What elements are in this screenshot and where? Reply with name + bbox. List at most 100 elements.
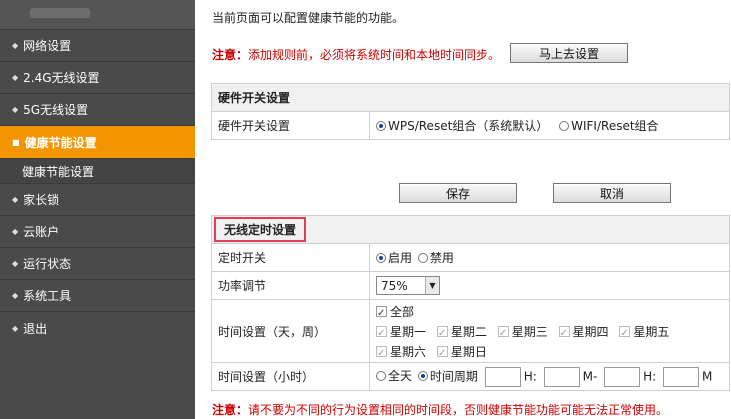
sidebar-item-label: 5G无线设置 (23, 103, 89, 117)
sidebar-item-cloud-account[interactable]: ◆ 云账户 (0, 216, 195, 248)
save-button[interactable]: 保存 (399, 183, 517, 203)
sidebar-item-wifi5[interactable]: ◆ 5G无线设置 (0, 94, 195, 126)
disable-label: 禁用 (429, 251, 454, 265)
option-wps-reset-label: WPS/Reset组合（系统默认） (388, 119, 549, 133)
go-set-button[interactable]: 马上去设置 (510, 43, 628, 63)
end-minute-input[interactable] (663, 366, 700, 387)
checkbox-day[interactable] (436, 344, 448, 364)
page-intro: 当前页面可以配置健康节能的功能。 (212, 11, 405, 25)
bullet-icon: ◆ (12, 291, 19, 300)
note-text: 添加规则前，必须将系统时间和本地时间同步。 (248, 48, 501, 62)
start-hour-input[interactable] (484, 366, 521, 387)
power-select[interactable]: 75% ▼ (376, 276, 440, 295)
hardware-section-header: 硬件开关设置 (211, 83, 730, 112)
checkbox-day[interactable] (497, 324, 509, 344)
main-content: 当前页面可以配置健康节能的功能。 注意：添加规则前，必须将系统时间和本地时间同步… (195, 0, 731, 419)
checkbox-day[interactable] (376, 324, 387, 344)
hardware-switch-table: 硬件开关设置 硬件开关设置 WPS/Reset组合（系统默认） WIFI/Res… (211, 83, 730, 140)
sidebar: ◆ 网络设置 ◆ 2.4G无线设置 ◆ 5G无线设置 ■ 健康节能设置 健康节能设置 ◆… (0, 0, 195, 419)
bullet-icon: ◆ (12, 323, 19, 333)
wireless-section-header-cell: 无线定时设置 (211, 215, 730, 244)
day-label: 星期日 (450, 345, 487, 359)
hardware-options: WPS/Reset组合（系统默认） WIFI/Reset组合 (369, 111, 730, 140)
sidebar-item-label: 网络设置 (23, 39, 72, 53)
day-label: 星期六 (390, 345, 427, 359)
minute-unit: M (702, 369, 713, 383)
sidebar-top-blurred (0, 0, 195, 30)
radio-time-period[interactable] (417, 371, 428, 381)
chevron-down-icon: ▼ (425, 277, 439, 294)
checkbox-day[interactable] (376, 344, 387, 364)
minute-unit: M (582, 369, 593, 383)
bullet-icon: ◆ (12, 227, 19, 236)
enable-label: 启用 (388, 251, 413, 265)
day-label: 星期一 (390, 325, 427, 339)
radio-wifi-reset[interactable] (559, 121, 570, 131)
dash: - (592, 369, 598, 383)
sidebar-item-logout[interactable]: ◆ 退出 (0, 312, 195, 344)
day-label: 星期五 (633, 325, 670, 339)
bullet-icon: ◆ (12, 259, 19, 268)
bullet-icon: ◆ (12, 41, 19, 50)
power-cell: 75% ▼ (369, 271, 730, 300)
timer-switch-options: 启用 禁用 (369, 243, 730, 272)
all-days-label: 全部 (390, 305, 415, 319)
all-day-label: 全天 (388, 369, 413, 383)
power-value: 75% (381, 278, 408, 293)
checkbox-all-days[interactable] (376, 304, 387, 324)
note-text: 请不要为不同的行为设置相同的时间段，否则健康节能功能可能无法正常使用。 (248, 403, 669, 417)
bullet-icon: ◆ (12, 73, 19, 82)
start-minute-input[interactable] (543, 366, 580, 387)
sidebar-subitem-health-saving[interactable]: 健康节能设置 (0, 159, 195, 184)
radio-all-day[interactable] (376, 371, 386, 381)
bottom-note: 注意：请不要为不同的行为设置相同的时间段，否则健康节能功能可能无法正常使用。 (212, 401, 668, 418)
days-cell: 全部 星期一 星期二 星期三 星期四 星期五 星期六 星期日 (369, 299, 730, 364)
sidebar-item-parental-lock[interactable]: ◆ 家长锁 (0, 184, 195, 216)
option-wifi-reset-label: WIFI/Reset组合 (571, 119, 659, 133)
sidebar-item-system-tools[interactable]: ◆ 系统工具 (0, 280, 195, 312)
hour-unit: H (523, 369, 533, 383)
radio-wps-reset[interactable] (376, 121, 386, 131)
note-prefix: 注意： (212, 48, 249, 62)
radio-enable[interactable] (376, 253, 386, 263)
colon: : (652, 369, 657, 383)
cancel-button[interactable]: 取消 (553, 183, 671, 203)
checkbox-day[interactable] (558, 324, 570, 344)
sidebar-subitem-label: 健康节能设置 (22, 164, 95, 179)
sidebar-item-status[interactable]: ◆ 运行状态 (0, 248, 195, 280)
bullet-icon: ■ (12, 137, 20, 147)
wireless-section-header: 无线定时设置 (214, 217, 307, 242)
hours-cell: 全天 时间周期 H: M- H: M (369, 362, 730, 391)
time-period-label: 时间周期 (429, 369, 478, 383)
hour-unit: H (643, 369, 653, 383)
day-label: 星期四 (572, 325, 609, 339)
sidebar-item-label: 家长锁 (23, 193, 60, 207)
hardware-row-label: 硬件开关设置 (211, 111, 370, 140)
sidebar-item-label: 系统工具 (23, 289, 72, 303)
colon: : (532, 369, 537, 383)
checkbox-day[interactable] (436, 324, 448, 344)
sidebar-item-label: 健康节能设置 (24, 135, 97, 150)
bullet-icon: ◆ (12, 195, 19, 204)
wireless-timer-table: 无线定时设置 定时开关 启用 禁用 功率调节 75% ▼ 时间设置（天，周） 全部… (211, 215, 730, 391)
sidebar-item-label: 云账户 (23, 225, 60, 239)
end-hour-input[interactable] (604, 366, 641, 387)
sidebar-item-health-saving[interactable]: ■ 健康节能设置 (0, 126, 195, 159)
checkbox-day[interactable] (619, 324, 631, 344)
sidebar-item-wifi24[interactable]: ◆ 2.4G无线设置 (0, 62, 195, 94)
sidebar-item-label: 2.4G无线设置 (23, 71, 100, 85)
timer-switch-label: 定时开关 (211, 243, 370, 272)
sidebar-item-label: 退出 (23, 321, 48, 336)
blurred-label (30, 8, 90, 18)
days-label: 时间设置（天，周） (211, 299, 370, 363)
bullet-icon: ◆ (12, 105, 19, 114)
radio-disable[interactable] (417, 253, 428, 263)
sidebar-item-network[interactable]: ◆ 网络设置 (0, 30, 195, 62)
power-label: 功率调节 (211, 271, 370, 300)
hours-label: 时间设置（小时） (211, 362, 370, 391)
sync-note: 注意：添加规则前，必须将系统时间和本地时间同步。 (212, 46, 500, 63)
day-label: 星期三 (511, 325, 548, 339)
day-label: 星期二 (450, 325, 487, 339)
sidebar-item-label: 运行状态 (23, 257, 72, 271)
note-prefix: 注意： (212, 403, 249, 417)
